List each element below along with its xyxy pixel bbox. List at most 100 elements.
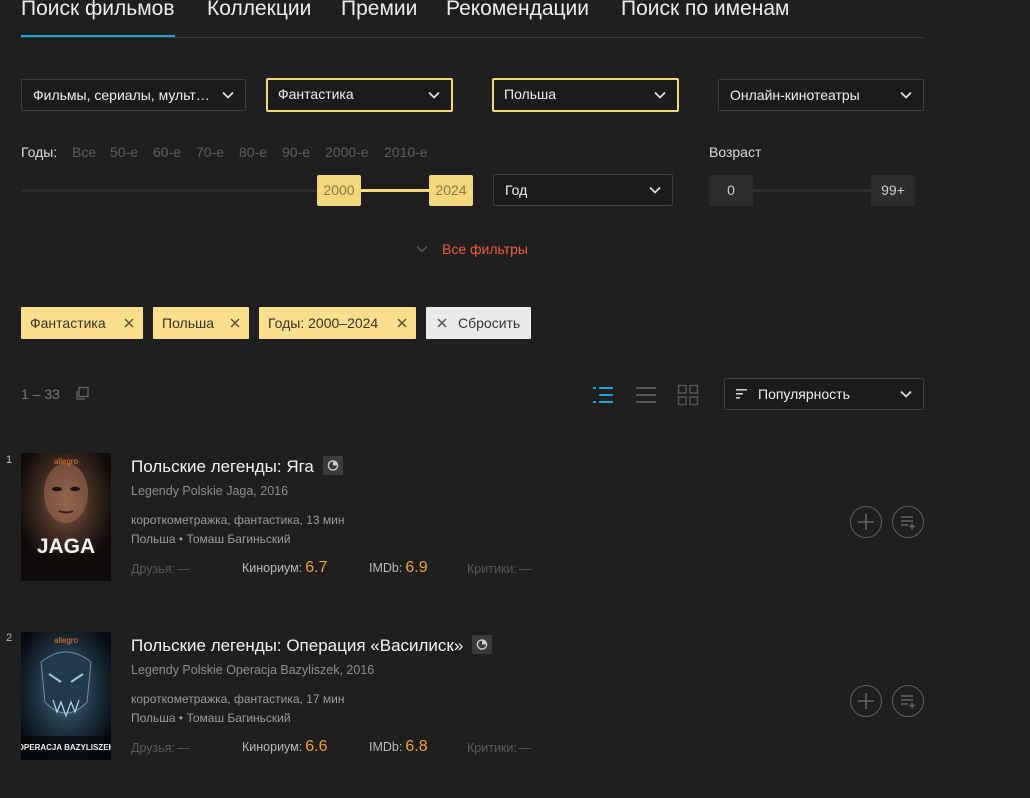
film-title-text: Польские легенды: Операция «Василиск» <box>131 636 464 655</box>
imdb-value: 6.8 <box>405 738 428 755</box>
age-slider-max-handle[interactable]: 99+ <box>871 175 915 206</box>
reset-label: Сбросить <box>458 315 521 331</box>
friends-value: — <box>177 741 190 755</box>
film-original-title: Legendy Polskie Operacja Bazyliszek, 201… <box>131 663 375 677</box>
tab-awards[interactable]: Премии <box>341 0 417 22</box>
friends-label: Друзья: <box>131 562 176 576</box>
year-preset-60s[interactable]: 60-е <box>153 144 181 160</box>
add-to-list-button[interactable] <box>850 506 882 538</box>
age-label: Возраст <box>709 144 762 160</box>
kinorium-label: Кинориум: <box>242 740 303 754</box>
add-to-list-button[interactable] <box>850 685 882 717</box>
online-cinemas-dropdown[interactable]: Онлайн-кинотеатры <box>718 79 924 111</box>
film-genres: короткометражка, фантастика, 17 мин <box>131 692 345 706</box>
filter-chip-label: Годы: 2000–2024 <box>268 315 379 331</box>
trailer-icon[interactable] <box>472 635 493 654</box>
copy-icon[interactable] <box>74 386 90 402</box>
year-preset-2000s[interactable]: 2000-е <box>325 144 369 160</box>
tab-collections[interactable]: Коллекции <box>207 0 311 22</box>
plus-icon <box>858 514 874 530</box>
country-dropdown-value: Польша <box>504 86 557 102</box>
film-poster[interactable]: allegro JAGA <box>21 453 111 581</box>
friends-rating: Друзья: — <box>131 562 190 576</box>
poster-brand-text: allegro <box>54 457 79 466</box>
film-country-director: Польша • Томаш Багиньский <box>131 711 291 725</box>
year-preset-70s[interactable]: 70-е <box>196 144 224 160</box>
all-filters-button[interactable]: Все фильтры <box>416 241 528 257</box>
imdb-label: IMDb: <box>369 740 403 754</box>
trailer-icon[interactable] <box>322 456 343 475</box>
poster-title-text: JAGA <box>37 535 95 558</box>
poster-brand-text: allegro <box>54 636 79 645</box>
film-separator: • <box>175 532 187 546</box>
years-label: Годы: <box>21 144 58 160</box>
friends-rating: Друзья: — <box>131 741 190 755</box>
country-dropdown[interactable]: Польша <box>492 78 679 112</box>
grid-view-icon[interactable] <box>677 384 699 406</box>
sort-dropdown[interactable]: Популярность <box>724 378 924 410</box>
add-to-collection-button[interactable] <box>892 506 924 538</box>
kinorium-rating: Кинориум: 6.7 <box>242 559 327 577</box>
type-dropdown[interactable]: Фильмы, сериалы, мульт… <box>21 79 246 111</box>
years-slider-to-handle[interactable]: 2024 <box>429 175 473 206</box>
close-icon[interactable] <box>124 318 134 328</box>
tabs-bar: Поиск фильмов Коллекции Премии Рекоменда… <box>21 0 924 38</box>
kinorium-rating: Кинориум: 6.6 <box>242 738 327 756</box>
tab-film-search[interactable]: Поиск фильмов <box>21 0 175 37</box>
film-country[interactable]: Польша <box>131 711 176 725</box>
years-slider-from-handle[interactable]: 2000 <box>317 175 361 206</box>
year-preset-90s[interactable]: 90-е <box>282 144 310 160</box>
year-sort-value: Год <box>505 182 528 198</box>
film-country[interactable]: Польша <box>131 532 176 546</box>
year-preset-80s[interactable]: 80-е <box>239 144 267 160</box>
reset-filters-button[interactable]: Сбросить <box>426 307 531 339</box>
film-title[interactable]: Польские легенды: Операция «Василиск» <box>131 635 493 656</box>
kinorium-value: 6.6 <box>305 738 328 755</box>
kinorium-label: Кинориум: <box>242 561 303 575</box>
tab-recommendations[interactable]: Рекомендации <box>446 0 589 22</box>
chevron-down-icon <box>900 390 912 398</box>
film-poster[interactable]: allegro OPERACJA BAZYLISZEK <box>21 632 111 760</box>
filter-chip-genre[interactable]: Фантастика <box>21 307 143 339</box>
age-slider-min-handle[interactable]: 0 <box>709 175 753 206</box>
friends-label: Друзья: <box>131 741 176 755</box>
filter-chip-years[interactable]: Годы: 2000–2024 <box>259 307 416 339</box>
chevron-down-icon <box>222 91 234 99</box>
year-sort-dropdown[interactable]: Год <box>493 174 673 206</box>
chevron-down-icon <box>649 186 661 194</box>
genre-dropdown[interactable]: Фантастика <box>266 78 453 112</box>
year-preset-50s[interactable]: 50-е <box>110 144 138 160</box>
chevron-down-icon <box>654 91 666 99</box>
film-list-item: 1 allegro JAGA Польские легенды: Яга Leg… <box>0 453 1030 603</box>
online-cinemas-value: Онлайн-кинотеатры <box>730 87 860 103</box>
age-slider-track[interactable] <box>731 189 893 192</box>
list-compact-view-icon[interactable] <box>635 384 657 406</box>
year-preset-2010s[interactable]: 2010-е <box>384 144 428 160</box>
close-icon[interactable] <box>230 318 240 328</box>
all-filters-label: Все фильтры <box>442 241 528 257</box>
filter-chip-label: Фантастика <box>30 315 106 331</box>
film-director[interactable]: Томаш Багиньский <box>186 711 290 725</box>
film-rank: 2 <box>6 632 13 644</box>
critics-label: Критики: <box>467 562 517 576</box>
close-icon[interactable] <box>397 318 407 328</box>
film-title[interactable]: Польские легенды: Яга <box>131 456 343 477</box>
sort-icon <box>736 389 747 399</box>
critics-value: — <box>518 562 532 576</box>
film-genres: короткометражка, фантастика, 13 мин <box>131 513 345 527</box>
imdb-rating: IMDb: 6.8 <box>369 738 428 756</box>
friends-value: — <box>177 562 190 576</box>
add-to-collection-button[interactable] <box>892 685 924 717</box>
filter-chip-country[interactable]: Польша <box>153 307 249 339</box>
sort-value: Популярность <box>758 386 850 402</box>
film-original-title: Legendy Polskie Jaga, 2016 <box>131 484 289 498</box>
film-title-text: Польские легенды: Яга <box>131 457 314 476</box>
year-preset-all[interactable]: Все <box>72 144 96 160</box>
list-detailed-view-icon[interactable] <box>592 384 614 406</box>
imdb-value: 6.9 <box>405 559 428 576</box>
tab-name-search[interactable]: Поиск по именам <box>621 0 789 22</box>
chevron-down-icon <box>900 91 912 99</box>
critics-label: Критики: <box>467 741 517 755</box>
filter-chip-label: Польша <box>162 315 215 331</box>
film-director[interactable]: Томаш Багиньский <box>186 532 290 546</box>
